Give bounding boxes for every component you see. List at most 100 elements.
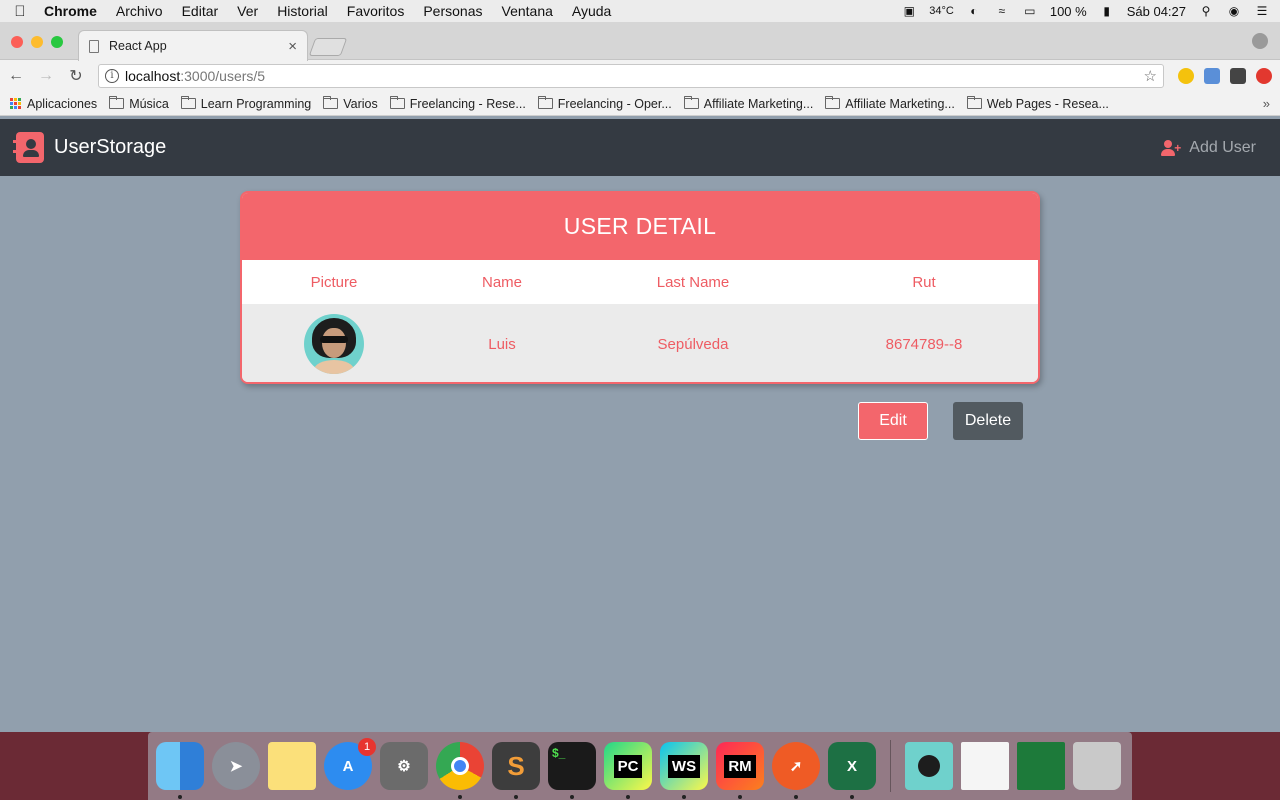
webstorm-label: WS	[667, 754, 701, 778]
apple-menu-icon[interactable]: 	[10, 3, 30, 20]
bookmark-label: Freelancing - Oper...	[557, 96, 672, 111]
wifi-icon[interactable]: ≈	[994, 4, 1010, 18]
notes-icon[interactable]	[268, 742, 316, 790]
clock[interactable]: Sáb 04:27	[1127, 4, 1186, 19]
launchpad-icon[interactable]: ➤	[212, 742, 260, 790]
new-tab-button[interactable]	[308, 38, 348, 56]
system-preferences-icon[interactable]: ⚙	[380, 742, 428, 790]
bookmark-label: Varios	[343, 96, 378, 111]
battery-percentage[interactable]: 100 %	[1050, 4, 1087, 19]
close-tab-icon[interactable]: ×	[288, 38, 297, 55]
tab-react-app[interactable]: React App ×	[78, 30, 308, 61]
column-picture: Picture	[310, 273, 358, 291]
back-arrow-icon[interactable]: ←	[8, 67, 24, 85]
menu-ventana[interactable]: Ventana	[502, 3, 553, 19]
card-title: USER DETAIL	[242, 193, 1038, 260]
rubymine-icon[interactable]: RM	[716, 742, 764, 799]
siri-icon[interactable]: ◉	[1226, 4, 1242, 18]
bookmarks-overflow-icon[interactable]: »	[1263, 96, 1270, 111]
folder-icon	[389, 96, 405, 109]
apps-grid-icon	[10, 97, 22, 110]
spotlight-search-icon[interactable]: ⚲	[1198, 4, 1214, 18]
app-navbar: UserStorage + Add User	[0, 119, 1280, 176]
document-icon	[89, 39, 99, 53]
menu-app-name[interactable]: Chrome	[44, 3, 97, 19]
folder-icon	[109, 96, 125, 109]
folder-icon	[323, 96, 339, 109]
user-plus-icon: +	[1161, 139, 1181, 156]
pycharm-label: PC	[613, 754, 643, 778]
bookmark-affiliate-marketing-2[interactable]: Affiliate Marketing...	[825, 96, 955, 111]
folder-icon	[537, 96, 553, 109]
edit-button[interactable]: Edit	[858, 402, 928, 440]
bookmark-star-icon[interactable]: ☆	[1144, 67, 1157, 85]
finder-icon[interactable]	[156, 742, 204, 799]
avatar-image-thumbnail-icon[interactable]	[905, 742, 953, 790]
menu-personas[interactable]: Personas	[423, 3, 482, 19]
address-book-icon[interactable]	[13, 132, 44, 163]
minimize-window-button[interactable]	[31, 36, 43, 48]
menu-favoritos[interactable]: Favoritos	[347, 3, 405, 19]
delete-button[interactable]: Delete	[953, 402, 1023, 440]
bookmark-affiliate-marketing-1[interactable]: Affiliate Marketing...	[683, 96, 813, 111]
extension-uc-icon[interactable]	[1204, 68, 1220, 84]
bookmark-freelancing-operations[interactable]: Freelancing - Oper...	[537, 96, 672, 111]
column-name: Name	[481, 273, 523, 291]
bookmark-label: Learn Programming	[200, 96, 312, 111]
bookmark-varios[interactable]: Varios	[323, 96, 378, 111]
sublime-text-icon[interactable]: S	[492, 742, 540, 799]
menu-bar-status: ▣ 34°C ◐ ≈ ▭ 100 % ▮ Sáb 04:27 ⚲ ◉ ☰	[901, 0, 1270, 22]
info-icon[interactable]: i	[104, 69, 119, 83]
profile-icon[interactable]	[1252, 33, 1268, 49]
address-bar[interactable]: i localhost:3000/users/5 ☆	[97, 64, 1164, 88]
menu-editar[interactable]: Editar	[182, 3, 219, 19]
excel-label: X	[846, 757, 857, 775]
temperature[interactable]: 34°C	[929, 5, 954, 17]
app-viewport: UserStorage + Add User USER DETAIL Pictu…	[0, 119, 1280, 732]
box-icon[interactable]: ▣	[901, 4, 917, 18]
chrome-icon[interactable]	[436, 742, 484, 799]
time-machine-icon[interactable]: ◐	[966, 4, 982, 18]
pycharm-icon[interactable]: PC	[604, 742, 652, 799]
bookmark-label: Affiliate Marketing...	[845, 96, 955, 111]
column-rut: Rut	[912, 273, 936, 291]
extension-upload-icon[interactable]	[1256, 68, 1272, 84]
macos-menu-bar:  Chrome Archivo Editar Ver Historial Fa…	[0, 0, 1280, 22]
brand-name[interactable]: UserStorage	[54, 136, 166, 159]
add-user-link[interactable]: + Add User	[1161, 139, 1256, 157]
battery-icon[interactable]: ▮	[1099, 4, 1115, 18]
menu-historial[interactable]: Historial	[277, 3, 328, 19]
menu-ayuda[interactable]: Ayuda	[572, 3, 611, 19]
airplay-icon[interactable]: ▭	[1022, 4, 1038, 18]
menu-archivo[interactable]: Archivo	[116, 3, 163, 19]
bookmark-label: Aplicaciones	[27, 96, 98, 111]
app-store-icon[interactable]: A1	[324, 738, 376, 790]
bookmark-web-pages-research[interactable]: Web Pages - Resea...	[966, 96, 1109, 111]
reload-icon[interactable]: ↻	[68, 66, 84, 86]
bookmark-label: Freelancing - Rese...	[409, 96, 526, 111]
user-detail-card: USER DETAIL Picture Name Last Name Rut L…	[240, 191, 1040, 384]
document-thumbnail-icon[interactable]	[961, 742, 1009, 790]
avatar	[304, 314, 364, 374]
forward-arrow-icon[interactable]: →	[38, 67, 54, 85]
screenshot-thumbnail-icon[interactable]	[1017, 742, 1065, 790]
webstorm-icon[interactable]: WS	[660, 742, 708, 799]
folder-icon	[180, 96, 196, 109]
app-store-badge: 1	[358, 738, 376, 756]
terminal-icon[interactable]: $_	[548, 742, 596, 799]
menu-ver[interactable]: Ver	[237, 3, 258, 19]
add-user-label: Add User	[1189, 138, 1256, 156]
trash-icon[interactable]	[1073, 742, 1121, 790]
bookmark-learn-programming[interactable]: Learn Programming	[180, 96, 312, 111]
notification-center-icon[interactable]: ☰	[1254, 4, 1270, 18]
bookmark-aplicaciones[interactable]: Aplicaciones	[10, 97, 97, 111]
bookmark-musica[interactable]: Música	[109, 96, 169, 111]
tab-bar: React App ×	[0, 22, 1280, 61]
excel-icon[interactable]: X	[828, 742, 876, 799]
bookmark-freelancing-research[interactable]: Freelancing - Rese...	[389, 96, 526, 111]
extension-info-icon[interactable]	[1178, 68, 1194, 84]
postman-icon[interactable]: ➚	[772, 742, 820, 799]
zoom-window-button[interactable]	[51, 36, 63, 48]
close-window-button[interactable]	[11, 36, 23, 48]
extension-menu-icon[interactable]	[1230, 68, 1246, 84]
